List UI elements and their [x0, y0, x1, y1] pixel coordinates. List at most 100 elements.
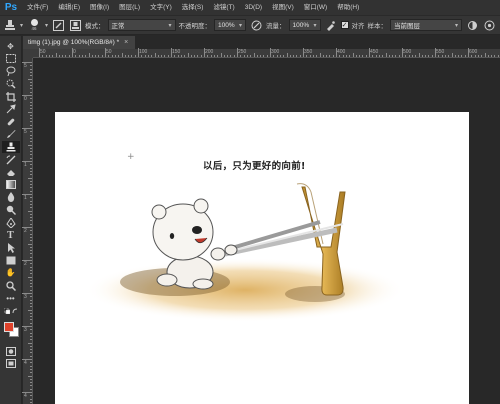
clone-stamp-tool-icon[interactable] — [1, 140, 20, 154]
ruler-minor-tick — [30, 68, 32, 70]
menu-window[interactable]: 窗口(W) — [299, 0, 332, 15]
ruler-origin[interactable] — [23, 49, 33, 58]
ignore-adjustment-layers-icon[interactable] — [465, 18, 479, 32]
document-canvas[interactable]: 以后，只为更好的向前! + — [55, 112, 469, 404]
close-icon[interactable]: × — [124, 39, 128, 46]
ruler-minor-tick — [286, 53, 288, 57]
ruler-minor-tick — [91, 55, 93, 57]
ruler-minor-tick — [448, 55, 450, 57]
ruler-minor-tick — [372, 55, 374, 57]
blur-tool-icon[interactable] — [2, 191, 20, 204]
move-tool-icon[interactable]: ✥ — [2, 40, 20, 53]
ruler-minor-tick — [124, 55, 126, 57]
toggle-clone-source-icon[interactable] — [68, 18, 82, 32]
ruler-tick-label: 5 — [24, 129, 27, 135]
ruler-minor-tick — [30, 395, 32, 397]
ruler-minor-tick — [375, 55, 377, 57]
brush-size-picker[interactable]: 46 — [26, 18, 42, 32]
sample-select[interactable]: 当前图层 ▾ — [390, 19, 463, 31]
vertical-ruler[interactable]: 5 0 5 1 1 2 2 3 3 4 4 — [22, 58, 33, 404]
eyedropper-tool-icon[interactable] — [2, 103, 20, 116]
lasso-tool-icon[interactable] — [2, 65, 20, 78]
opacity-label: 不透明度： — [178, 23, 212, 30]
hand-tool-icon[interactable]: ✋ — [2, 267, 20, 280]
airbrush-icon[interactable] — [324, 18, 338, 32]
gradient-tool-icon[interactable] — [2, 179, 20, 192]
ruler-minor-tick — [385, 53, 387, 57]
ruler-minor-tick — [30, 236, 32, 238]
type-tool-icon[interactable]: T — [2, 229, 20, 242]
more-tools-icon[interactable]: ••• — [2, 292, 20, 305]
ruler-minor-tick — [223, 55, 225, 57]
ruler-minor-tick — [30, 190, 32, 192]
menu-3d[interactable]: 3D(D) — [240, 0, 267, 15]
ruler-minor-tick — [30, 332, 32, 334]
ruler-tick-label: 0 — [24, 96, 27, 102]
menu-select[interactable]: 选择(S) — [177, 0, 209, 15]
ruler-minor-tick — [30, 151, 32, 153]
sample-label: 样本： — [367, 23, 388, 30]
ruler-minor-tick — [276, 55, 278, 57]
aligned-checkbox[interactable]: ✓ — [340, 21, 349, 29]
ruler-minor-tick — [30, 180, 32, 182]
default-colors-icon[interactable] — [2, 304, 20, 317]
quick-mask-icon[interactable] — [2, 345, 20, 358]
ruler-minor-tick — [30, 170, 32, 172]
eraser-tool-icon[interactable] — [2, 166, 20, 179]
mode-select[interactable]: 正常 ▾ — [107, 19, 176, 31]
brush-tool-icon[interactable] — [2, 128, 20, 141]
flow-input[interactable]: 100% ▾ — [288, 19, 321, 31]
ruler-minor-tick — [30, 81, 32, 83]
ruler-tick — [22, 62, 32, 63]
menu-image[interactable]: 图像(I) — [85, 0, 114, 15]
menu-file[interactable]: 文件(F) — [22, 0, 53, 15]
pressure-size-icon[interactable] — [482, 18, 496, 32]
path-select-tool-icon[interactable] — [2, 242, 20, 255]
history-brush-tool-icon[interactable] — [2, 153, 20, 166]
ruler-minor-tick — [243, 55, 245, 57]
crop-tool-icon[interactable] — [2, 90, 20, 103]
menu-filter[interactable]: 滤镜(T) — [208, 0, 239, 15]
ruler-minor-tick — [491, 55, 493, 57]
ruler-minor-tick — [30, 114, 32, 116]
ruler-tick-label: 500 — [403, 49, 412, 55]
dodge-tool-icon[interactable] — [2, 204, 20, 217]
toggle-brush-panel-icon[interactable] — [51, 18, 65, 32]
menu-type[interactable]: 文字(Y) — [145, 0, 177, 15]
chevron-down-icon: ▾ — [168, 22, 172, 29]
rectangle-tool-icon[interactable] — [2, 254, 20, 267]
ruler-minor-tick — [30, 157, 32, 159]
ruler-minor-tick — [474, 55, 476, 57]
pen-tool-icon[interactable] — [2, 216, 20, 229]
healing-brush-tool-icon[interactable] — [2, 116, 20, 129]
ruler-minor-tick — [464, 55, 466, 57]
screen-mode-icon[interactable] — [2, 358, 20, 371]
ruler-minor-tick — [312, 55, 314, 57]
ruler-minor-tick — [128, 55, 130, 57]
marquee-tool-icon[interactable] — [2, 53, 20, 66]
ruler-minor-tick — [30, 203, 32, 205]
ruler-tick — [22, 392, 32, 393]
pressure-opacity-icon[interactable] — [249, 18, 263, 32]
ruler-minor-tick — [233, 55, 235, 57]
ruler-minor-tick — [30, 316, 32, 318]
ruler-minor-tick — [111, 55, 113, 57]
quick-select-tool-icon[interactable] — [2, 78, 20, 91]
ruler-minor-tick — [30, 352, 32, 354]
canvas-workspace[interactable]: 以后，只为更好的向前! + — [34, 59, 500, 404]
menu-view[interactable]: 视图(V) — [267, 0, 299, 15]
menu-help[interactable]: 帮助(H) — [332, 0, 364, 15]
horizontal-ruler[interactable]: 50 0 50 100 150 200 250 300 350 400 450 500 550 600 — [33, 48, 500, 58]
clone-stamp-preset-icon[interactable] — [3, 18, 17, 32]
foreground-color-swatch[interactable] — [3, 322, 14, 333]
menu-edit[interactable]: 编辑(E) — [53, 0, 85, 15]
ruler-minor-tick — [30, 263, 32, 265]
zoom-tool-icon[interactable] — [2, 279, 20, 292]
ruler-minor-tick — [52, 55, 54, 57]
opacity-input[interactable]: 100% ▾ — [214, 19, 247, 31]
ruler-minor-tick — [30, 329, 32, 331]
ruler-minor-tick — [147, 55, 149, 57]
menu-layer[interactable]: 图层(L) — [114, 0, 145, 15]
ruler-minor-tick — [428, 55, 430, 57]
ruler-minor-tick — [263, 55, 265, 57]
